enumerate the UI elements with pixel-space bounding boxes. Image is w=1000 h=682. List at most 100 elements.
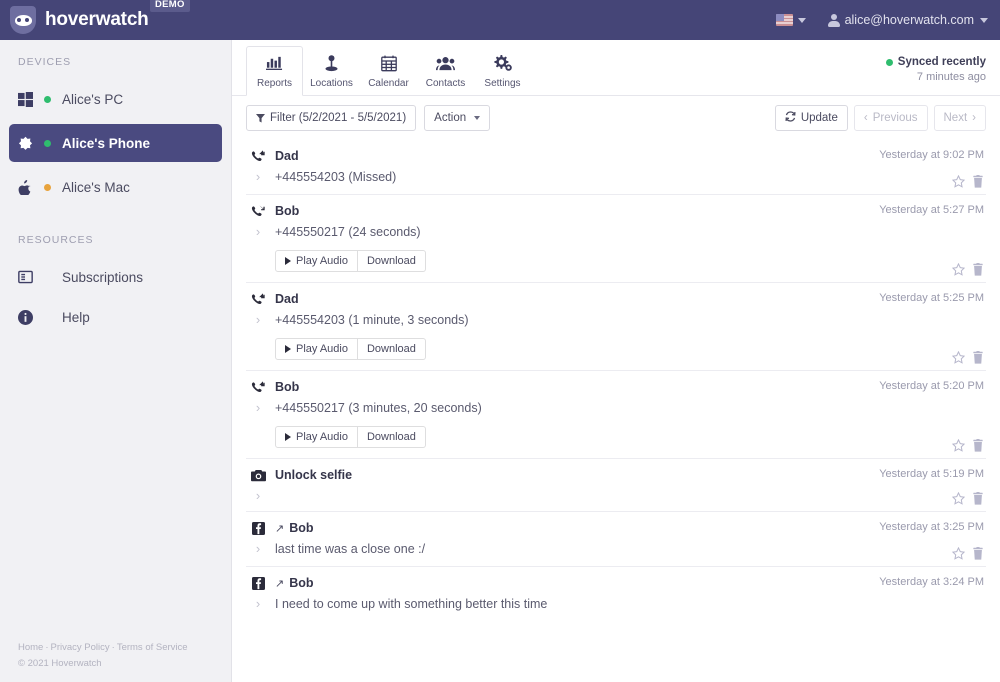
tab-reports[interactable]: Reports — [246, 46, 303, 96]
brand-logo[interactable]: hoverwatch DEMO — [10, 0, 190, 34]
footer-link-terms-of-service[interactable]: Terms of Service — [117, 642, 188, 653]
sync-status-line: Synced recently — [885, 56, 986, 68]
android-icon — [18, 136, 44, 151]
log-title: Bob — [289, 521, 314, 535]
sidebar-resources-heading: RESOURCES — [18, 234, 94, 246]
app-body: DEVICES Alice's PC Alice's Phone Alice's… — [0, 40, 1000, 682]
main-content: Reports Locations Calendar Contacts Sett… — [232, 40, 1000, 682]
log-timestamp: Yesterday at 9:02 PM — [879, 149, 984, 161]
chevron-right-icon[interactable]: › — [250, 541, 266, 556]
log-row-body: › — [246, 488, 986, 503]
language-selector[interactable] — [775, 14, 806, 26]
chevron-right-icon[interactable]: › — [250, 169, 266, 184]
log-row[interactable]: ↗ Bob Yesterday at 3:24 PM › I need to c… — [246, 566, 986, 621]
tab-settings[interactable]: Settings — [474, 46, 531, 96]
download-button[interactable]: Download — [357, 426, 426, 448]
chevron-right-icon: › — [972, 112, 976, 124]
facebook-icon — [250, 521, 266, 535]
footer-links: Home · Privacy Policy · Terms of Service — [18, 640, 231, 656]
star-icon[interactable] — [952, 351, 965, 364]
tab-label: Settings — [484, 77, 521, 89]
tab-bar: Reports Locations Calendar Contacts Sett… — [232, 40, 1000, 96]
log-title: Unlock selfie — [275, 468, 353, 482]
download-button[interactable]: Download — [357, 250, 426, 272]
media-buttons: Play Audio Download — [275, 250, 986, 272]
log-row[interactable]: Bob Yesterday at 5:27 PM › +445550217 (2… — [246, 194, 986, 282]
sidebar-item-subscriptions[interactable]: Subscriptions — [9, 258, 222, 296]
tab-calendar[interactable]: Calendar — [360, 46, 417, 96]
footer-separator: · — [45, 642, 49, 653]
calendar-icon — [380, 54, 397, 73]
facebook-icon — [250, 576, 266, 590]
sidebar-item-alices-pc[interactable]: Alice's PC — [9, 80, 222, 118]
card-icon — [18, 270, 44, 284]
play-audio-button[interactable]: Play Audio — [275, 338, 358, 360]
chevron-right-icon[interactable]: › — [250, 312, 266, 327]
log-title: Dad — [275, 292, 299, 306]
log-row[interactable]: Bob Yesterday at 5:20 PM › +445550217 (3… — [246, 370, 986, 458]
update-label: Update — [800, 112, 838, 124]
log-row[interactable]: Dad Yesterday at 5:25 PM › +445554203 (1… — [246, 282, 986, 370]
star-icon[interactable] — [952, 175, 965, 188]
brand-name: hoverwatch — [45, 9, 149, 30]
log-detail: I need to come up with something better … — [275, 597, 548, 611]
footer-link-home[interactable]: Home — [18, 642, 43, 653]
chevron-right-icon[interactable]: › — [250, 400, 266, 415]
log-title: Bob — [275, 204, 300, 218]
camera-icon — [250, 469, 266, 482]
log-row[interactable]: Dad Yesterday at 9:02 PM › +445554203 (M… — [246, 140, 986, 194]
download-button[interactable]: Download — [357, 338, 426, 360]
status-dot — [44, 183, 51, 191]
call-missed-icon — [250, 149, 266, 163]
tab-label: Calendar — [368, 77, 409, 89]
sidebar-item-label: Alice's PC — [62, 91, 124, 107]
filter-button[interactable]: Filter (5/2/2021 - 5/5/2021) — [246, 105, 417, 131]
header-right-group: alice@hoverwatch.com — [775, 13, 988, 27]
chevron-right-icon[interactable]: › — [250, 596, 266, 611]
tab-label: Locations — [310, 77, 353, 89]
next-label: Next — [943, 112, 968, 124]
star-icon[interactable] — [952, 439, 965, 452]
footer-link-privacy-policy[interactable]: Privacy Policy — [51, 642, 110, 653]
user-menu[interactable]: alice@hoverwatch.com — [827, 13, 988, 27]
sidebar-item-label: Subscriptions — [62, 269, 144, 285]
trash-icon[interactable] — [972, 351, 984, 364]
log-list: Dad Yesterday at 9:02 PM › +445554203 (M… — [232, 140, 1000, 682]
log-row-body: › +445550217 (3 minutes, 20 seconds) — [246, 400, 986, 417]
sidebar-item-alices-mac[interactable]: Alice's Mac — [9, 168, 222, 206]
sync-status-dot — [885, 58, 893, 66]
previous-button[interactable]: ‹ Previous — [853, 105, 928, 131]
chevron-right-icon[interactable]: › — [250, 224, 266, 239]
update-button[interactable]: Update — [774, 105, 848, 131]
action-dropdown-button[interactable]: Action — [424, 105, 491, 131]
next-button[interactable]: Next › — [933, 105, 986, 131]
play-audio-button[interactable]: Play Audio — [275, 426, 358, 448]
call-missed-icon — [250, 380, 266, 394]
star-icon[interactable] — [952, 547, 965, 560]
chevron-right-icon[interactable]: › — [250, 488, 266, 503]
contacts-icon — [436, 54, 455, 73]
star-icon[interactable] — [952, 492, 965, 505]
sidebar-item-alices-phone[interactable]: Alice's Phone — [9, 124, 222, 162]
play-audio-button[interactable]: Play Audio — [275, 250, 358, 272]
sidebar-item-label: Help — [62, 309, 90, 325]
log-row[interactable]: Unlock selfie Yesterday at 5:19 PM › — [246, 458, 986, 511]
tab-locations[interactable]: Locations — [303, 46, 360, 96]
tab-contacts[interactable]: Contacts — [417, 46, 474, 96]
star-icon[interactable] — [952, 263, 965, 276]
log-detail: +445550217 (3 minutes, 20 seconds) — [275, 401, 482, 415]
status-dot — [44, 139, 51, 147]
play-audio-label: Play Audio — [296, 431, 348, 443]
trash-icon[interactable] — [972, 492, 984, 505]
map-pin-icon — [324, 54, 339, 73]
sidebar-item-help[interactable]: Help — [9, 298, 222, 336]
trash-icon[interactable] — [972, 439, 984, 452]
footer-separator: · — [111, 642, 115, 653]
log-row[interactable]: ↗ Bob Yesterday at 3:25 PM › last time w… — [246, 511, 986, 566]
download-label: Download — [366, 343, 416, 355]
trash-icon[interactable] — [972, 175, 984, 188]
trash-icon[interactable] — [972, 547, 984, 560]
trash-icon[interactable] — [972, 263, 984, 276]
status-dot — [44, 95, 51, 103]
